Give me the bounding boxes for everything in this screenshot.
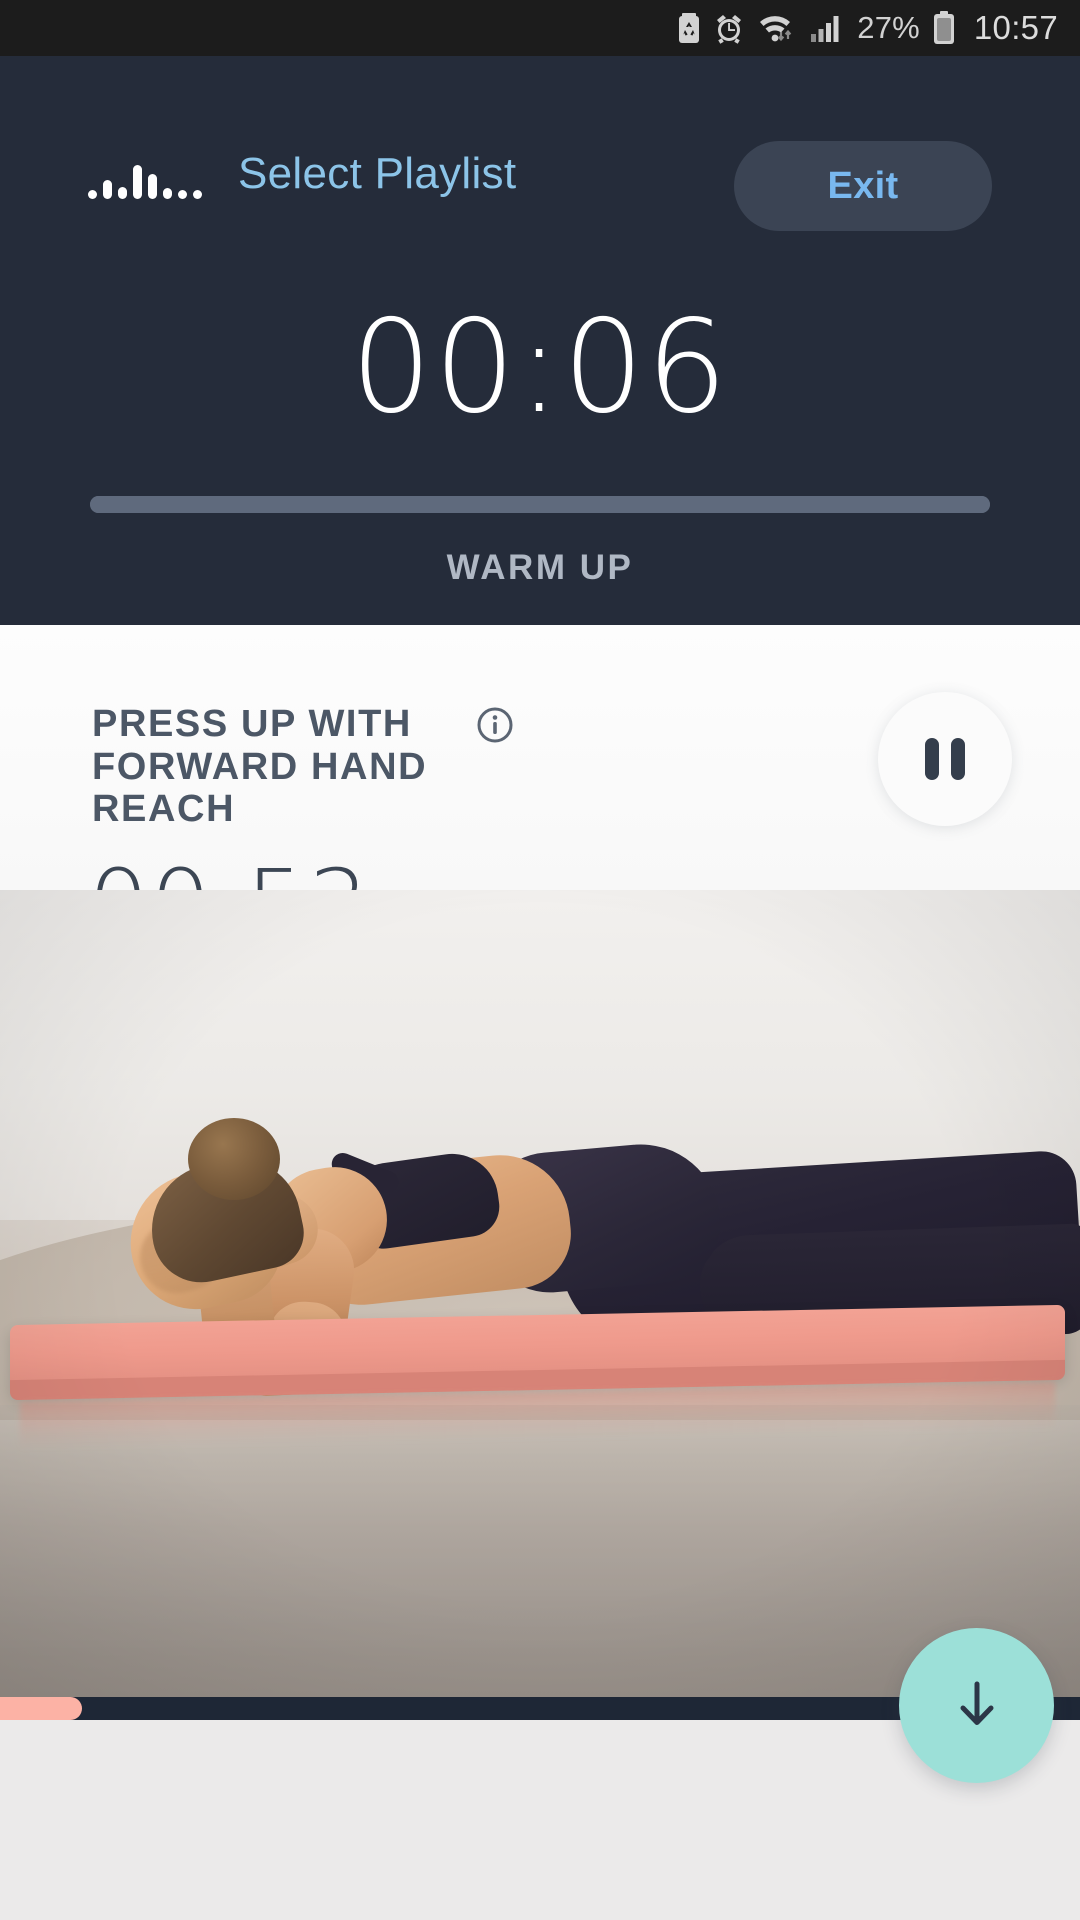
alarm-icon: [714, 12, 744, 44]
app-screen: 27% 10:57 Select Playlist Exit 00:06 WAR…: [0, 0, 1080, 1920]
arrow-down-icon: [946, 1673, 1008, 1738]
phase-label: WARM UP: [446, 548, 634, 587]
video-progress-fill: [0, 1697, 83, 1720]
battery-percent: 27%: [857, 10, 920, 45]
equalizer-icon: [88, 159, 202, 199]
clock-time: 10:57: [973, 9, 1058, 46]
wifi-icon: [757, 12, 797, 44]
workout-progress-fill: [90, 496, 990, 513]
workout-progress-bar[interactable]: [90, 496, 990, 513]
pause-icon-bar2: [951, 738, 965, 780]
exit-button-label: Exit: [827, 164, 899, 207]
signal-icon: [810, 12, 844, 44]
battery-icon: [933, 11, 955, 45]
exercise-panel: PRESS UP WITH FORWARD HAND REACH 00:53: [0, 625, 1080, 1920]
exercise-image: [0, 890, 1080, 1697]
status-bar: 27% 10:57: [0, 0, 1080, 56]
exit-button[interactable]: Exit: [734, 141, 992, 231]
battery-saver-icon: [677, 12, 701, 44]
person-hair-bun: [188, 1118, 280, 1200]
exercise-title: PRESS UP WITH FORWARD HAND REACH: [92, 703, 428, 831]
select-playlist-button[interactable]: Select Playlist: [238, 149, 516, 199]
pause-icon: [925, 738, 939, 780]
workout-header: Select Playlist Exit 00:06 WARM UP: [0, 56, 1080, 625]
header-toolbar: Select Playlist Exit: [0, 141, 1080, 241]
scroll-down-button[interactable]: [899, 1628, 1054, 1783]
pause-button[interactable]: [878, 692, 1012, 826]
info-icon[interactable]: [475, 705, 515, 745]
total-timer: 00:06: [350, 293, 730, 442]
photo-floor-sheen: [0, 1420, 1080, 1660]
